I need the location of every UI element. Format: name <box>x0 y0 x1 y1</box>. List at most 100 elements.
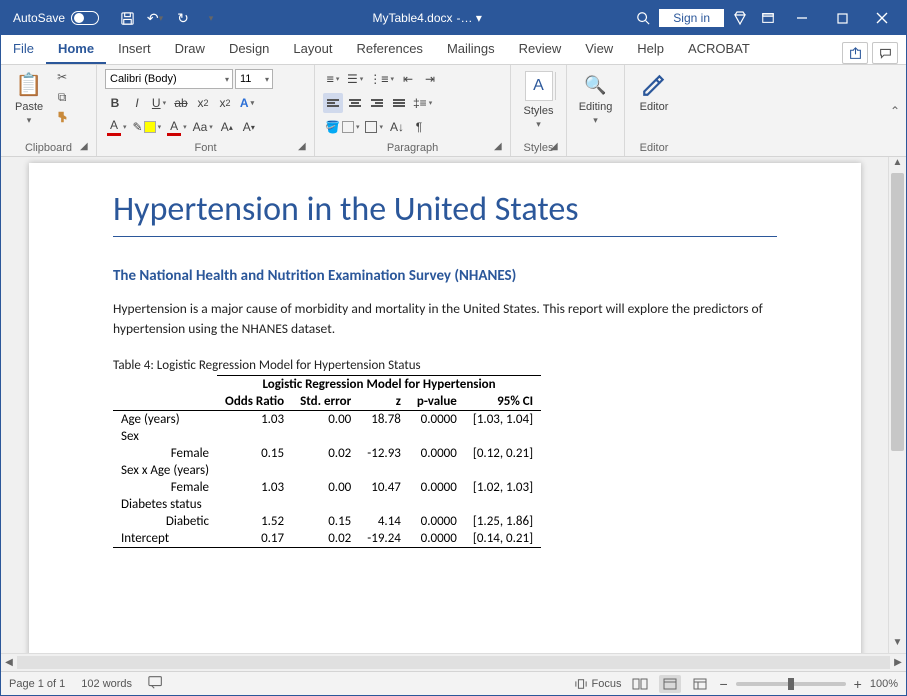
table-caption[interactable]: Table 4: Logistic Regression Model for H… <box>113 358 777 373</box>
editing-button[interactable]: 🔍 Editing ▾ <box>573 69 619 128</box>
comments-button[interactable] <box>872 42 898 64</box>
copy-icon[interactable]: ⧉ <box>53 89 71 105</box>
change-case-button[interactable]: Aa <box>191 117 215 137</box>
maximize-button[interactable] <box>824 6 860 30</box>
grow-font-button[interactable]: A▴ <box>217 117 237 137</box>
zoom-out-button[interactable]: − <box>719 676 727 692</box>
cut-icon[interactable]: ✂ <box>53 69 71 85</box>
align-left-button[interactable] <box>323 93 343 113</box>
font-launcher-icon[interactable]: ◢ <box>298 141 310 153</box>
scroll-thumb-v[interactable] <box>891 173 904 451</box>
print-layout-button[interactable] <box>659 675 681 693</box>
clipboard-launcher-icon[interactable]: ◢ <box>80 141 92 153</box>
ribbon-display-icon[interactable] <box>756 6 780 30</box>
strikethrough-button[interactable]: ab <box>171 93 191 113</box>
save-icon[interactable] <box>115 6 139 30</box>
web-layout-button[interactable] <box>689 675 711 693</box>
table-row[interactable]: Sex x Age (years) <box>113 462 541 479</box>
sort-button[interactable]: A↓ <box>387 117 407 137</box>
underline-button[interactable]: U <box>149 93 169 113</box>
sign-in-button[interactable]: Sign in <box>659 9 724 27</box>
zoom-percent[interactable]: 100% <box>870 678 898 690</box>
paste-button[interactable]: 📋 Paste ▾ <box>9 69 49 128</box>
styles-button[interactable]: A Styles ▾ <box>518 69 560 132</box>
tab-layout[interactable]: Layout <box>281 35 344 64</box>
align-right-button[interactable] <box>367 93 387 113</box>
undo-icon[interactable]: ↶▾ <box>143 6 167 30</box>
bullets-button[interactable]: ≡ <box>323 69 343 89</box>
scroll-down-icon[interactable]: ▼ <box>889 637 906 653</box>
table-row[interactable]: Age (years)1.030.0018.780.0000[1.03, 1.0… <box>113 410 541 428</box>
subscript-button[interactable]: x2 <box>193 93 213 113</box>
tab-acrobat[interactable]: ACROBAT <box>676 35 762 64</box>
font-name-combo[interactable]: Calibri (Body) <box>105 69 233 89</box>
text-effects-button[interactable]: A <box>237 93 257 113</box>
numbering-button[interactable]: ☰ <box>345 69 365 89</box>
styles-launcher-icon[interactable]: ◢ <box>550 141 562 153</box>
qat-dropdown-icon[interactable]: ▾ <box>199 6 223 30</box>
table-row[interactable]: Diabetes status <box>113 496 541 513</box>
status-proofing-icon[interactable] <box>148 675 164 692</box>
highlight-button[interactable]: ✎ <box>131 117 164 137</box>
format-painter-icon[interactable] <box>53 109 71 125</box>
scroll-left-icon[interactable]: ◀ <box>1 657 17 668</box>
font-fill-button[interactable]: A <box>165 117 189 137</box>
status-page[interactable]: Page 1 of 1 <box>9 678 65 690</box>
shading-button[interactable]: 🪣 <box>323 117 361 137</box>
tab-file[interactable]: File <box>1 35 46 64</box>
horizontal-scrollbar[interactable]: ◀ ▶ <box>1 653 906 671</box>
font-color-button[interactable]: A <box>105 117 129 137</box>
read-mode-button[interactable] <box>629 675 651 693</box>
tab-draw[interactable]: Draw <box>163 35 217 64</box>
zoom-in-button[interactable]: + <box>854 676 862 692</box>
tab-insert[interactable]: Insert <box>106 35 163 64</box>
editor-button[interactable]: Editor <box>634 69 675 115</box>
redo-icon[interactable]: ↻ <box>171 6 195 30</box>
line-spacing-button[interactable]: ‡≡ <box>411 93 434 113</box>
superscript-button[interactable]: x2 <box>215 93 235 113</box>
show-marks-button[interactable]: ¶ <box>409 117 429 137</box>
close-button[interactable] <box>864 6 900 30</box>
multilevel-button[interactable]: ⋮≡ <box>367 69 396 89</box>
bold-button[interactable]: B <box>105 93 125 113</box>
regression-table[interactable]: Logistic Regression Model for Hypertensi… <box>113 375 541 548</box>
tab-mailings[interactable]: Mailings <box>435 35 507 64</box>
borders-button[interactable] <box>363 117 385 137</box>
tab-home[interactable]: Home <box>46 35 106 64</box>
tab-design[interactable]: Design <box>217 35 281 64</box>
increase-indent-button[interactable]: ⇥ <box>420 69 440 89</box>
tab-view[interactable]: View <box>573 35 625 64</box>
paragraph-launcher-icon[interactable]: ◢ <box>494 141 506 153</box>
zoom-slider[interactable] <box>736 682 846 686</box>
document-title[interactable]: MyTable4.docx -… ▾ <box>223 11 631 25</box>
tab-references[interactable]: References <box>344 35 434 64</box>
collapse-ribbon-button[interactable]: ⌃ <box>890 104 906 118</box>
font-size-combo[interactable]: 11 <box>235 69 273 89</box>
minimize-button[interactable] <box>784 6 820 30</box>
tab-review[interactable]: Review <box>507 35 574 64</box>
table-row[interactable]: Female0.150.02-12.930.0000[0.12, 0.21] <box>113 445 541 462</box>
doc-heading[interactable]: Hypertension in the United States <box>113 189 777 237</box>
document-viewport[interactable]: Hypertension in the United States The Na… <box>1 157 888 653</box>
align-center-button[interactable] <box>345 93 365 113</box>
shrink-font-button[interactable]: A▾ <box>239 117 259 137</box>
focus-mode-button[interactable]: Focus <box>574 678 622 690</box>
scroll-right-icon[interactable]: ▶ <box>890 657 906 668</box>
justify-button[interactable] <box>389 93 409 113</box>
share-button[interactable] <box>842 42 868 64</box>
doc-paragraph[interactable]: Hypertension is a major cause of morbidi… <box>113 299 777 340</box>
status-words[interactable]: 102 words <box>81 678 132 690</box>
table-row[interactable]: Diabetic1.520.154.140.0000[1.25, 1.86] <box>113 513 541 530</box>
italic-button[interactable]: I <box>127 93 147 113</box>
tab-help[interactable]: Help <box>625 35 676 64</box>
scroll-thumb-h[interactable] <box>17 656 890 669</box>
vertical-scrollbar[interactable]: ▲ ▼ <box>888 157 906 653</box>
doc-subheading[interactable]: The National Health and Nutrition Examin… <box>113 267 777 285</box>
decrease-indent-button[interactable]: ⇤ <box>398 69 418 89</box>
page[interactable]: Hypertension in the United States The Na… <box>29 163 861 653</box>
scroll-up-icon[interactable]: ▲ <box>889 157 906 173</box>
table-row[interactable]: Intercept0.170.02-19.240.0000[0.14, 0.21… <box>113 530 541 548</box>
table-row[interactable]: Sex <box>113 428 541 445</box>
search-icon[interactable] <box>631 6 655 30</box>
table-row[interactable]: Female1.030.0010.470.0000[1.02, 1.03] <box>113 479 541 496</box>
